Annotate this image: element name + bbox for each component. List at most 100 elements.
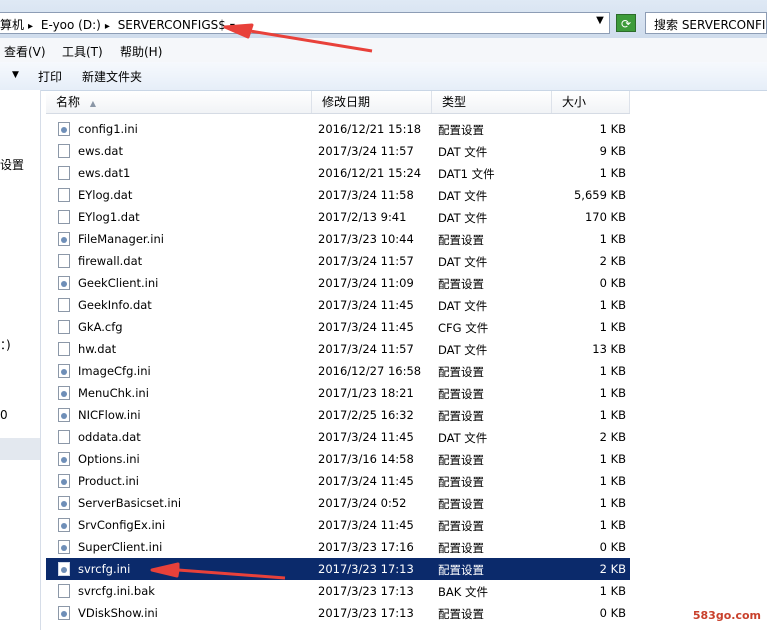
file-type: 配置设置 xyxy=(438,387,484,401)
table-row[interactable]: svrcfg.ini.bak 2017/3/23 17:13 BAK 文件 1 KB xyxy=(46,580,630,602)
table-row[interactable]: ServerBasicset.ini 2017/3/24 0:52 配置设置 1 KB xyxy=(46,492,630,514)
file-icon xyxy=(58,298,70,312)
file-size: 5,659 KB xyxy=(573,188,626,202)
file-name: NICFlow.ini xyxy=(78,408,141,422)
file-date: 2017/3/23 17:16 xyxy=(318,540,414,554)
table-row[interactable]: NICFlow.ini 2017/2/25 16:32 配置设置 1 KB xyxy=(46,404,630,426)
file-icon xyxy=(58,188,70,202)
file-type: DAT 文件 xyxy=(438,145,488,159)
file-date: 2017/3/24 11:45 xyxy=(318,320,414,334)
file-type: BAK 文件 xyxy=(438,585,488,599)
table-row[interactable]: config1.ini 2016/12/21 15:18 配置设置 1 KB xyxy=(46,118,630,140)
file-type: 配置设置 xyxy=(438,541,484,555)
file-name: ServerBasicset.ini xyxy=(78,496,182,510)
file-date: 2017/3/16 14:58 xyxy=(318,452,414,466)
table-row[interactable]: EYlog.dat 2017/3/24 11:58 DAT 文件 5,659 KB xyxy=(46,184,630,206)
file-size: 1 KB xyxy=(599,364,626,378)
file-name: svrcfg.ini xyxy=(78,562,131,576)
file-name: GkA.cfg xyxy=(78,320,123,334)
file-name: ews.dat1 xyxy=(78,166,131,180)
file-size: 1 KB xyxy=(599,474,626,488)
file-size: 1 KB xyxy=(599,232,626,246)
table-row[interactable]: SrvConfigEx.ini 2017/3/24 11:45 配置设置 1 KB xyxy=(46,514,630,536)
file-type: 配置设置 xyxy=(438,233,484,247)
table-row[interactable]: GeekClient.ini 2017/3/24 11:09 配置设置 0 KB xyxy=(46,272,630,294)
table-row[interactable]: firewall.dat 2017/3/24 11:57 DAT 文件 2 KB xyxy=(46,250,630,272)
file-date: 2016/12/21 15:18 xyxy=(318,122,422,136)
file-type: DAT 文件 xyxy=(438,211,488,225)
file-type: 配置设置 xyxy=(438,453,484,467)
file-date: 2017/3/24 11:09 xyxy=(318,276,414,290)
config-file-icon xyxy=(58,364,70,378)
table-row[interactable]: SuperClient.ini 2017/3/23 17:16 配置设置 0 KB xyxy=(46,536,630,558)
table-row[interactable]: oddata.dat 2017/3/24 11:45 DAT 文件 2 KB xyxy=(46,426,630,448)
file-icon xyxy=(58,430,70,444)
file-date: 2017/3/24 0:52 xyxy=(318,496,407,510)
file-icon xyxy=(58,342,70,356)
file-date: 2017/3/23 17:13 xyxy=(318,584,414,598)
table-row-selected[interactable]: svrcfg.ini 2017/3/23 17:13 配置设置 2 KB xyxy=(46,558,630,580)
file-size: 2 KB xyxy=(599,430,626,444)
file-list: config1.ini 2016/12/21 15:18 配置设置 1 KB ews.d… xyxy=(0,0,767,630)
file-icon xyxy=(58,210,70,224)
file-date: 2017/3/24 11:57 xyxy=(318,144,414,158)
file-icon xyxy=(58,254,70,268)
file-name: svrcfg.ini.bak xyxy=(78,584,155,598)
file-type: 配置设置 xyxy=(438,563,484,577)
config-file-icon xyxy=(58,276,70,290)
file-date: 2016/12/21 15:24 xyxy=(318,166,422,180)
table-row[interactable]: ews.dat1 2016/12/21 15:24 DAT1 文件 1 KB xyxy=(46,162,630,184)
file-date: 2017/3/24 11:45 xyxy=(318,298,414,312)
config-file-icon xyxy=(58,562,70,576)
table-row[interactable]: MenuChk.ini 2017/1/23 18:21 配置设置 1 KB xyxy=(46,382,630,404)
file-size: 1 KB xyxy=(599,452,626,466)
file-name: ImageCfg.ini xyxy=(78,364,151,378)
table-row[interactable]: GeekInfo.dat 2017/3/24 11:45 DAT 文件 1 KB xyxy=(46,294,630,316)
file-date: 2017/1/23 18:21 xyxy=(318,386,414,400)
table-row[interactable]: ews.dat 2017/3/24 11:57 DAT 文件 9 KB xyxy=(46,140,630,162)
table-row[interactable]: GkA.cfg 2017/3/24 11:45 CFG 文件 1 KB xyxy=(46,316,630,338)
config-file-icon xyxy=(58,452,70,466)
config-file-icon xyxy=(58,606,70,620)
file-date: 2017/3/24 11:58 xyxy=(318,188,414,202)
file-name: GeekClient.ini xyxy=(78,276,159,290)
file-name: EYlog1.dat xyxy=(78,210,140,224)
file-date: 2017/2/25 16:32 xyxy=(318,408,414,422)
table-row[interactable]: EYlog1.dat 2017/2/13 9:41 DAT 文件 170 KB xyxy=(46,206,630,228)
file-date: 2017/3/24 11:57 xyxy=(318,342,414,356)
table-row[interactable]: ImageCfg.ini 2016/12/27 16:58 配置设置 1 KB xyxy=(46,360,630,382)
file-size: 1 KB xyxy=(599,408,626,422)
file-date: 2017/3/24 11:57 xyxy=(318,254,414,268)
file-type: DAT 文件 xyxy=(438,255,488,269)
file-size: 1 KB xyxy=(599,320,626,334)
file-type: DAT 文件 xyxy=(438,343,488,357)
file-date: 2017/3/23 17:13 xyxy=(318,562,414,576)
file-name: SuperClient.ini xyxy=(78,540,163,554)
table-row[interactable]: Options.ini 2017/3/16 14:58 配置设置 1 KB xyxy=(46,448,630,470)
table-row[interactable]: hw.dat 2017/3/24 11:57 DAT 文件 13 KB xyxy=(46,338,630,360)
config-file-icon xyxy=(58,540,70,554)
file-size: 1 KB xyxy=(599,298,626,312)
file-type: DAT 文件 xyxy=(438,299,488,313)
watermark: 583go.com xyxy=(692,609,761,622)
table-row[interactable]: Product.ini 2017/3/24 11:45 配置设置 1 KB xyxy=(46,470,630,492)
file-icon xyxy=(58,166,70,180)
file-size: 1 KB xyxy=(599,386,626,400)
file-name: EYlog.dat xyxy=(78,188,133,202)
table-row[interactable]: VDiskShow.ini 2017/3/23 17:13 配置设置 0 KB xyxy=(46,602,630,624)
file-type: 配置设置 xyxy=(438,365,484,379)
file-size: 1 KB xyxy=(599,584,626,598)
file-name: SrvConfigEx.ini xyxy=(78,518,166,532)
file-size: 0 KB xyxy=(599,606,626,620)
file-type: 配置设置 xyxy=(438,123,484,137)
file-size: 0 KB xyxy=(599,276,626,290)
file-size: 170 KB xyxy=(584,210,626,224)
file-date: 2016/12/27 16:58 xyxy=(318,364,422,378)
file-size: 1 KB xyxy=(599,122,626,136)
config-file-icon xyxy=(58,518,70,532)
file-size: 1 KB xyxy=(599,518,626,532)
table-row[interactable]: FileManager.ini 2017/3/23 10:44 配置设置 1 KB xyxy=(46,228,630,250)
file-type: DAT 文件 xyxy=(438,189,488,203)
file-name: hw.dat xyxy=(78,342,117,356)
config-file-icon xyxy=(58,474,70,488)
